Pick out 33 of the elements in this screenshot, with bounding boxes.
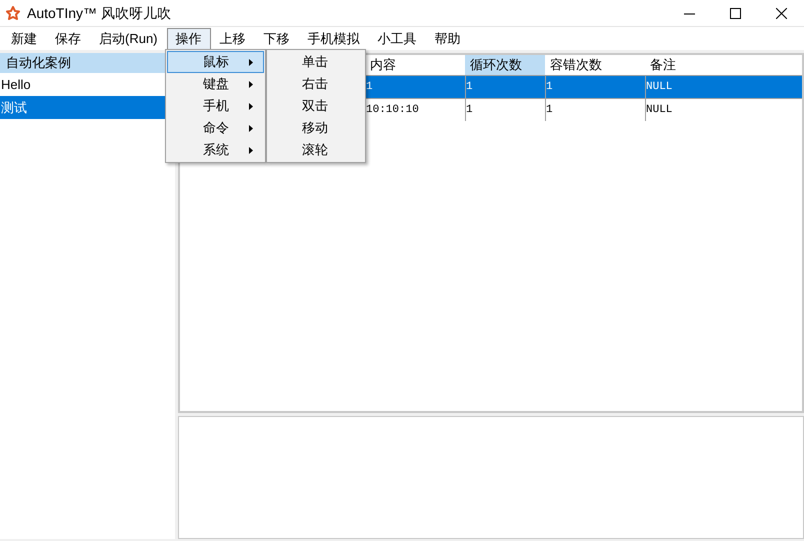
menu-item[interactable]: 保存 — [46, 28, 90, 50]
menu-item[interactable]: 双击 — [267, 95, 365, 117]
submenu-arrow-icon — [249, 124, 253, 132]
menu-item[interactable]: 上移 — [210, 28, 255, 50]
table-cell: 10:10:10 — [366, 104, 419, 116]
table-cell: NULL — [646, 104, 672, 116]
table-cell: 1 — [366, 81, 373, 93]
menu-item[interactable]: 帮助 — [426, 28, 470, 50]
column-header[interactable]: 循环次数 — [465, 55, 545, 75]
submenu-arrow-icon — [249, 146, 253, 154]
flower-logo-icon — [6, 6, 20, 20]
submenu-arrow-icon — [249, 80, 253, 88]
window-title: AutoTIny™ 风吹呀儿吹 — [27, 4, 171, 23]
menu-item[interactable]: 下移 — [254, 28, 299, 50]
table-cell: 1 — [466, 81, 473, 93]
menu-item[interactable]: 新建 — [2, 28, 46, 50]
menu-item[interactable]: 滚轮 — [267, 139, 365, 161]
menu-item[interactable]: 单击 — [267, 51, 365, 73]
table-cell: 1 — [546, 104, 553, 116]
table-cell: 1 — [466, 104, 473, 116]
submenu-arrow-icon — [249, 58, 253, 66]
menu-item[interactable]: 启动(Run) — [90, 28, 167, 50]
maximize-icon — [730, 8, 740, 18]
table-cell: 1 — [546, 81, 553, 93]
menu-item[interactable]: 小工具 — [368, 28, 426, 50]
menu-item[interactable]: 手机模拟 — [298, 28, 369, 50]
submenu-arrow-icon — [249, 102, 253, 110]
table-cell: NULL — [646, 81, 672, 93]
menu-item[interactable]: 鼠标 — [167, 51, 264, 73]
menu-item[interactable]: 操作 — [166, 28, 211, 50]
menu-item[interactable]: 右击 — [267, 73, 365, 95]
close-icon — [776, 8, 786, 18]
menu-item[interactable]: 系统 — [167, 139, 264, 161]
